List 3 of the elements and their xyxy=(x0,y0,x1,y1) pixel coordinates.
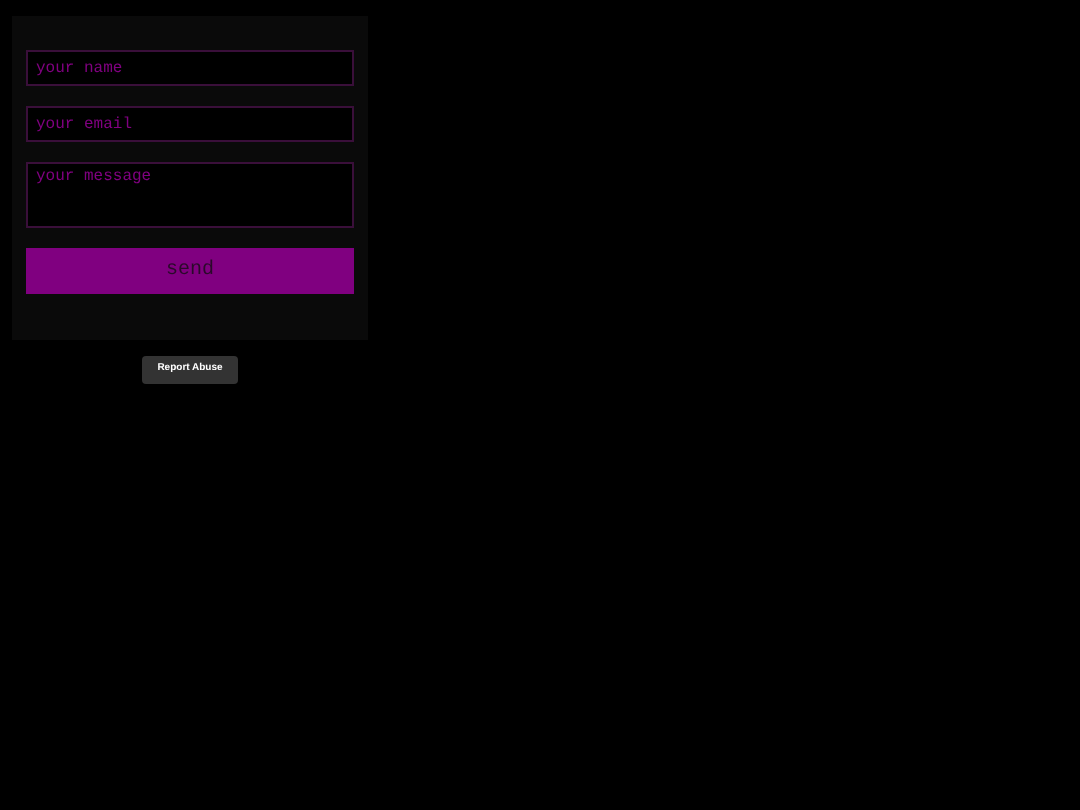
message-input-field[interactable]: your message xyxy=(26,162,354,228)
email-input-field[interactable]: your email xyxy=(26,106,354,142)
name-input-field[interactable]: your name xyxy=(26,50,354,86)
